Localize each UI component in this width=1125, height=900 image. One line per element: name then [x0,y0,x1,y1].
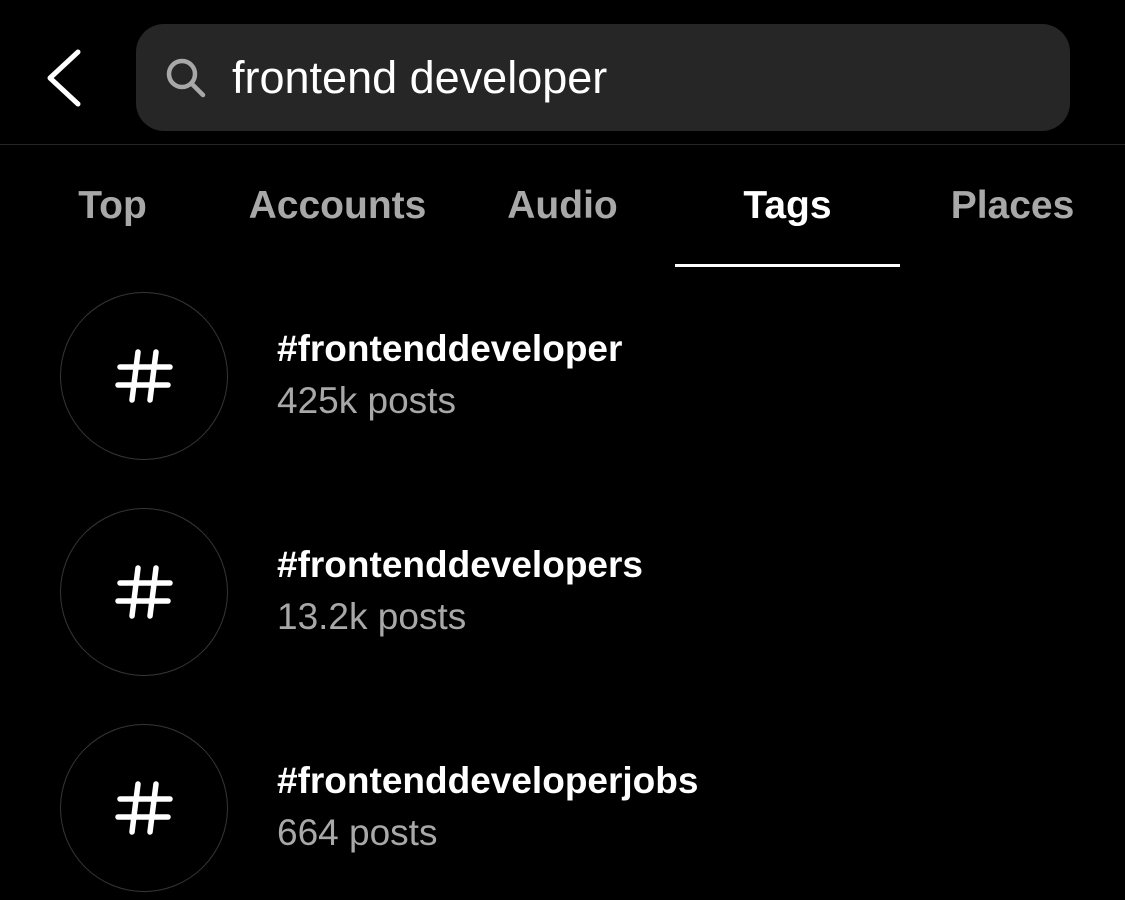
divider [0,144,1125,145]
tab-places[interactable]: Places [900,170,1125,268]
post-count: 664 posts [277,812,438,853]
list-item[interactable]: #frontenddevelopers 13.2k posts [0,508,1125,678]
tag-name: #frontenddeveloper [277,328,623,369]
tag-name: #frontenddevelopers [277,544,643,585]
tab-accounts[interactable]: Accounts [225,170,450,268]
tab-top[interactable]: Top [0,170,225,268]
back-button[interactable] [40,46,90,110]
tab-tags[interactable]: Tags [675,170,900,268]
chevron-left-icon [47,49,81,107]
post-count: 13.2k posts [277,596,467,637]
tag-name: #frontenddeveloperjobs [277,760,699,801]
hashtag-avatar [60,292,228,460]
list-item[interactable]: #frontenddeveloper 425k posts [0,292,1125,462]
search-icon [166,58,206,98]
tab-audio[interactable]: Audio [450,170,675,268]
tab-bar: Top Accounts Audio Tags Places [0,170,1125,268]
hashtag-avatar [60,724,228,892]
search-input[interactable]: frontend developer [136,24,1070,131]
post-count: 425k posts [277,380,456,421]
hashtag-icon [115,565,173,619]
hashtag-icon [115,781,173,835]
hashtag-icon [115,349,173,403]
hashtag-avatar [60,508,228,676]
list-item[interactable]: #frontenddeveloperjobs 664 posts [0,724,1125,894]
search-value: frontend developer [232,52,608,103]
